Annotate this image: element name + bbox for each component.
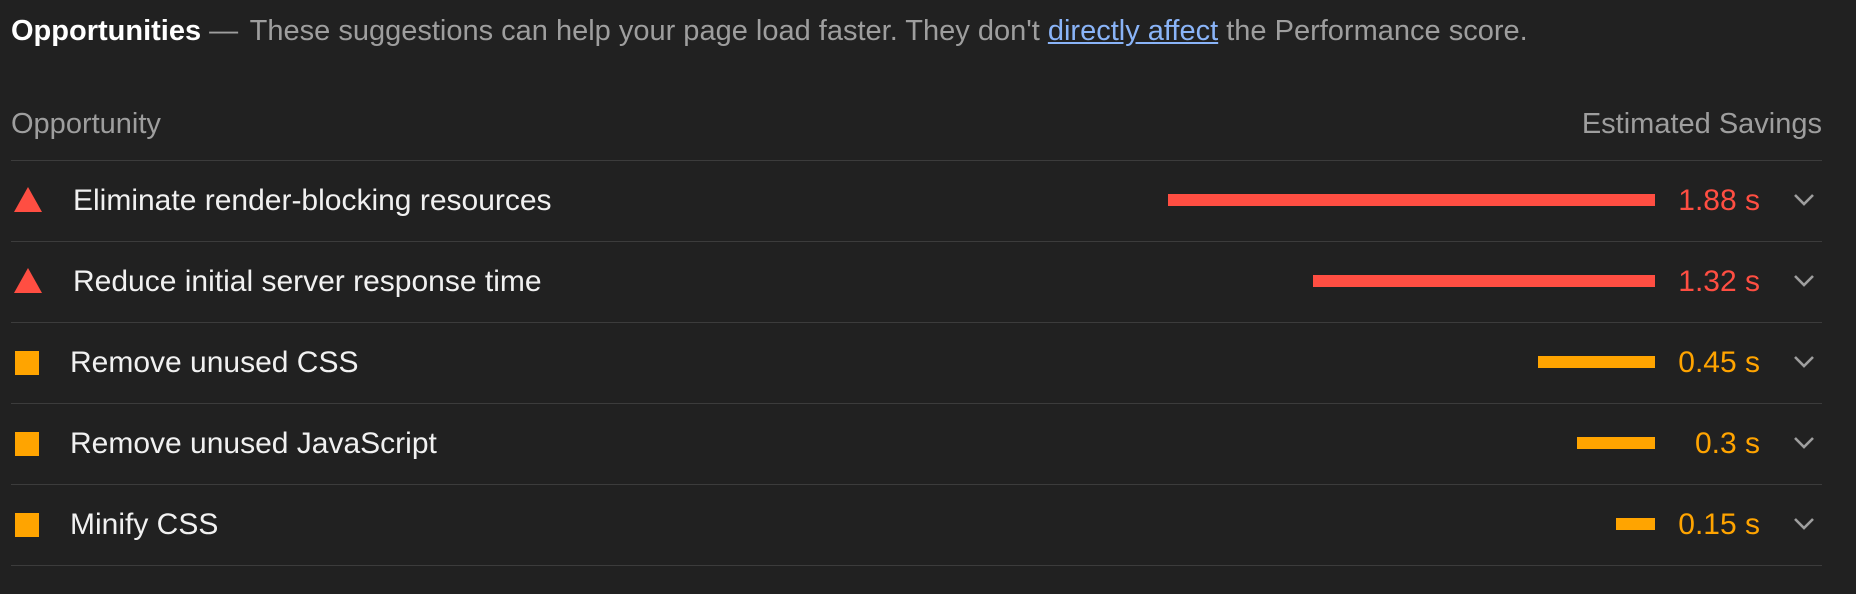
savings-bar [1538,356,1655,368]
opportunity-row[interactable]: Remove unused JavaScript 0.3 s [11,404,1822,485]
table-header: Opportunity Estimated Savings [11,62,1822,161]
savings-value: 0.45 s [1678,346,1760,379]
square-average-icon [15,432,39,456]
savings-bar [1313,275,1655,287]
title-separator: — [209,15,239,47]
savings-bar [1168,194,1655,206]
directly-affect-link[interactable]: directly affect [1048,15,1218,47]
opportunity-title: Eliminate render-blocking resources [73,184,552,217]
square-average-icon [15,513,39,537]
opportunity-title: Remove unused JavaScript [70,427,437,460]
savings-value: 1.88 s [1678,184,1760,217]
opportunity-title: Remove unused CSS [70,346,359,379]
chevron-down-icon[interactable] [1792,187,1816,211]
opportunity-row[interactable]: Minify CSS 0.15 s [11,485,1822,566]
section-description: These suggestions can help your page loa… [249,15,1040,47]
opportunity-row[interactable]: Reduce initial server response time 1.32 … [11,242,1822,323]
section-title: Opportunities [11,15,202,47]
chevron-down-icon[interactable] [1792,430,1816,454]
chevron-down-icon[interactable] [1792,349,1816,373]
triangle-fail-icon [14,268,42,293]
savings-value: 0.3 s [1694,427,1760,460]
opportunity-row[interactable]: Remove unused CSS 0.45 s [11,323,1822,404]
section-header: Opportunities — These suggestions can hel… [11,0,1822,62]
triangle-fail-icon [14,187,42,212]
opportunity-row[interactable]: Eliminate render-blocking resources 1.88 … [11,161,1822,242]
savings-value: 1.32 s [1678,265,1760,298]
column-header-opportunity: Opportunity [11,108,161,140]
chevron-down-icon[interactable] [1792,268,1816,292]
savings-value: 0.15 s [1678,508,1760,541]
opportunity-title: Reduce initial server response time [73,265,542,298]
column-header-estimated-savings: Estimated Savings [1581,108,1822,140]
opportunity-list: Eliminate render-blocking resources 1.88 … [11,161,1822,566]
opportunity-title: Minify CSS [70,508,219,541]
chevron-down-icon[interactable] [1792,511,1816,535]
section-description-end: the Performance score. [1226,15,1528,47]
opportunities-section: Opportunities — These suggestions can hel… [11,0,1822,566]
square-average-icon [15,351,39,375]
